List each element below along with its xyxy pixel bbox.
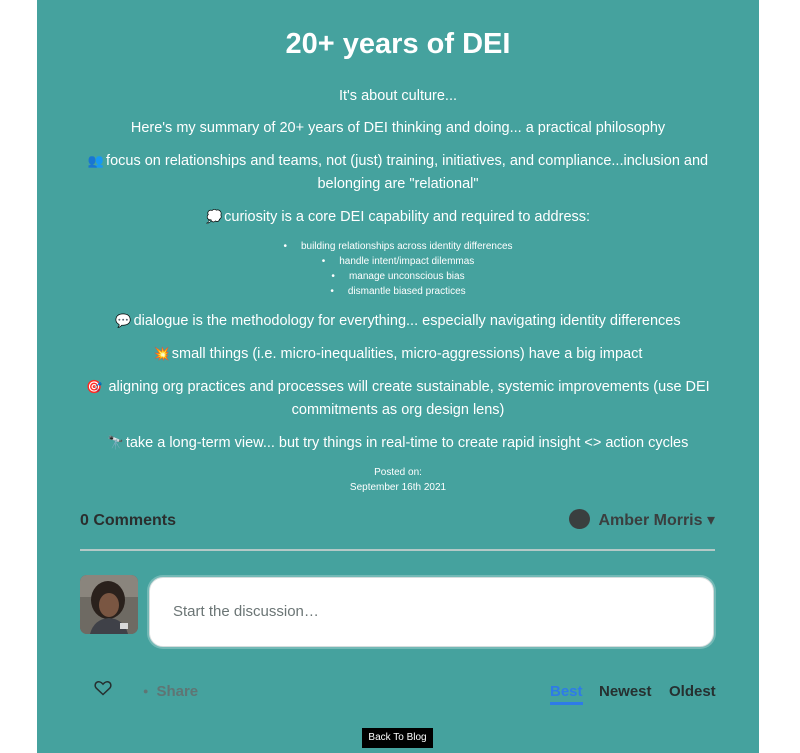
posted-date: September 16th 2021: [349, 482, 447, 493]
chevron-down-icon: ▾: [706, 512, 715, 529]
post-subtitle: It's about culture...: [338, 88, 458, 104]
point-small-things: 💥 small things (i.e. micro-inequalities, …: [77, 343, 719, 366]
list-item: dismantle biased practices: [37, 284, 759, 299]
list-item: building relationships across identity d…: [37, 239, 759, 254]
list-item: handle intent/impact dilemmas: [37, 254, 759, 269]
comment-input[interactable]: Start the discussion…: [149, 577, 714, 647]
point-text: curiosity is a core DEI capability and r…: [224, 209, 591, 225]
comment-placeholder: Start the discussion…: [173, 603, 319, 620]
point-curiosity: 💭 curiosity is a core DEI capability and …: [77, 206, 719, 229]
avatar: [80, 575, 138, 634]
point-relationships: 👥 focus on relationships and teams, not (…: [77, 150, 719, 196]
telescope-icon: 🔭: [107, 436, 124, 451]
share-label: Share: [156, 683, 199, 700]
collision-icon: 💥: [153, 347, 170, 362]
bullet-dot-icon: ●: [143, 686, 149, 696]
recommend-heart-icon[interactable]: [94, 680, 112, 701]
sort-newest-tab[interactable]: Newest: [599, 683, 652, 700]
point-text: focus on relationships and teams, not (j…: [106, 153, 709, 192]
point-text: aligning org practices and processes wil…: [104, 379, 710, 418]
sort-oldest-tab[interactable]: Oldest: [669, 683, 716, 700]
avatar-image: [80, 575, 138, 634]
user-menu[interactable]: Amber Morris ▾: [569, 508, 715, 531]
point-text: dialogue is the methodology for everythi…: [133, 313, 681, 329]
user-name: Amber Morris: [598, 512, 703, 529]
comment-bubble-icon: [569, 508, 591, 529]
point-dialogue: 💬 dialogue is the methodology for everyth…: [77, 310, 719, 333]
point-align: 🎯 aligning org practices and processes w…: [77, 376, 719, 422]
speech-bubble-icon: 💬: [115, 314, 132, 329]
target-icon: 🎯: [86, 380, 103, 395]
post-title: 20+ years of DEI: [285, 28, 511, 60]
blog-post-panel: 20+ years of DEI It's about culture... H…: [37, 0, 759, 753]
thought-bubble-icon: 💭: [205, 210, 223, 225]
post-intro: Here's my summary of 20+ years of DEI th…: [130, 120, 666, 136]
point-text: take a long-term view... but try things …: [125, 435, 689, 451]
comments-header: 0 Comments Amber Morris ▾: [80, 505, 715, 551]
comment-count: 0 Comments: [80, 512, 177, 529]
point-text: small things (i.e. micro-inequalities, m…: [171, 346, 643, 362]
point-long-term: 🔭 take a long-term view... but try things…: [77, 432, 719, 455]
people-icon: 👥: [87, 154, 105, 169]
posted-label: Posted on:: [374, 467, 422, 478]
sort-best-tab[interactable]: Best: [550, 683, 583, 705]
share-button[interactable]: ● Share: [143, 683, 198, 700]
posted-on: Posted on: September 16th 2021: [37, 465, 759, 495]
back-to-blog-button[interactable]: Back To Blog: [362, 728, 433, 748]
curiosity-list: building relationships across identity d…: [37, 239, 759, 299]
list-item: manage unconscious bias: [37, 269, 759, 284]
